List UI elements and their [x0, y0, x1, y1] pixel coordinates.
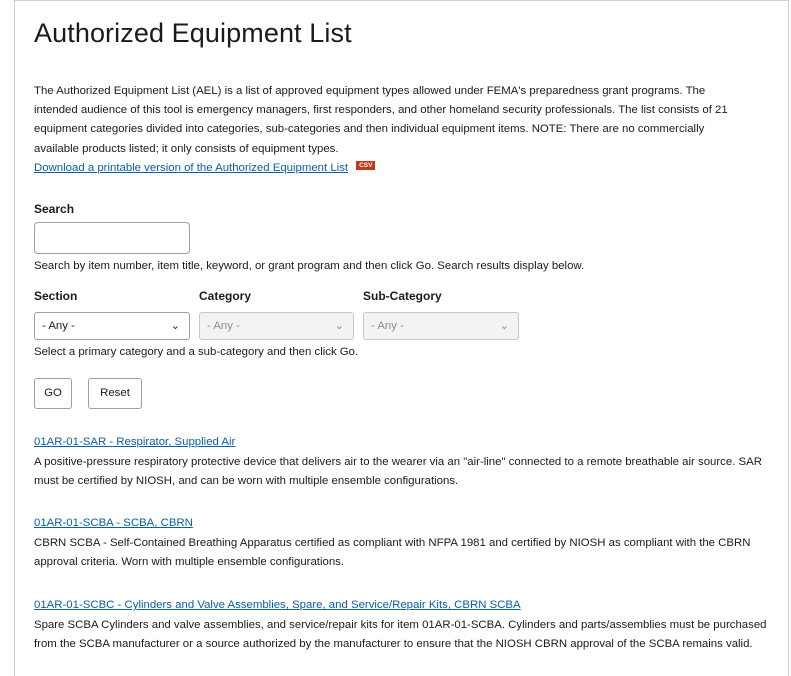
chevron-down-icon: ⌄: [170, 320, 180, 332]
list-item: 01AR-01-SCBC - Cylinders and Valve Assem…: [34, 595, 779, 654]
list-item: 01AR-01-SAR - Respirator, Supplied Air A…: [34, 432, 779, 491]
result-description: Spare SCBA Cylinders and valve assemblie…: [34, 619, 767, 650]
category-select[interactable]: - Any - ⌄: [199, 312, 354, 340]
category-label: Category: [199, 289, 252, 303]
subcategory-select-value: - Any -: [371, 320, 404, 332]
subcategory-select[interactable]: - Any - ⌄: [363, 312, 519, 340]
section-label: Section: [34, 289, 78, 303]
intro-text: The Authorized Equipment List (AEL) is a…: [34, 85, 728, 155]
result-title-link[interactable]: 01AR-01-SAR - Respirator, Supplied Air: [34, 436, 235, 448]
section-select-value: - Any -: [42, 320, 75, 332]
result-title-link[interactable]: 01AR-01-SCBC - Cylinders and Valve Assem…: [34, 599, 521, 611]
chevron-down-icon: ⌄: [334, 320, 344, 332]
search-input[interactable]: [34, 222, 190, 254]
chevron-down-icon: ⌄: [499, 320, 509, 332]
csv-badge[interactable]: CSV: [356, 160, 376, 170]
reset-button[interactable]: Reset: [88, 378, 142, 409]
list-item: 01AR-01-SCBA - SCBA, CBRN CBRN SCBA - Se…: [34, 513, 779, 572]
filter-help-text: Select a primary category and a sub-cate…: [34, 346, 359, 358]
category-select-value: - Any -: [207, 320, 240, 332]
section-select[interactable]: - Any - ⌄: [34, 312, 190, 340]
download-link[interactable]: Download a printable version of the Auth…: [34, 162, 348, 174]
page-title: Authorized Equipment List: [34, 18, 352, 48]
intro-section: The Authorized Equipment List (AEL) is a…: [34, 82, 744, 178]
go-button[interactable]: GO: [34, 378, 72, 409]
search-label: Search: [34, 202, 75, 216]
result-description: A positive-pressure respiratory protecti…: [34, 456, 762, 487]
result-title-link[interactable]: 01AR-01-SCBA - SCBA, CBRN: [34, 517, 193, 529]
result-description: CBRN SCBA - Self-Contained Breathing App…: [34, 537, 751, 568]
subcategory-label: Sub-Category: [363, 289, 442, 303]
search-help-text: Search by item number, item title, keywo…: [34, 260, 585, 272]
